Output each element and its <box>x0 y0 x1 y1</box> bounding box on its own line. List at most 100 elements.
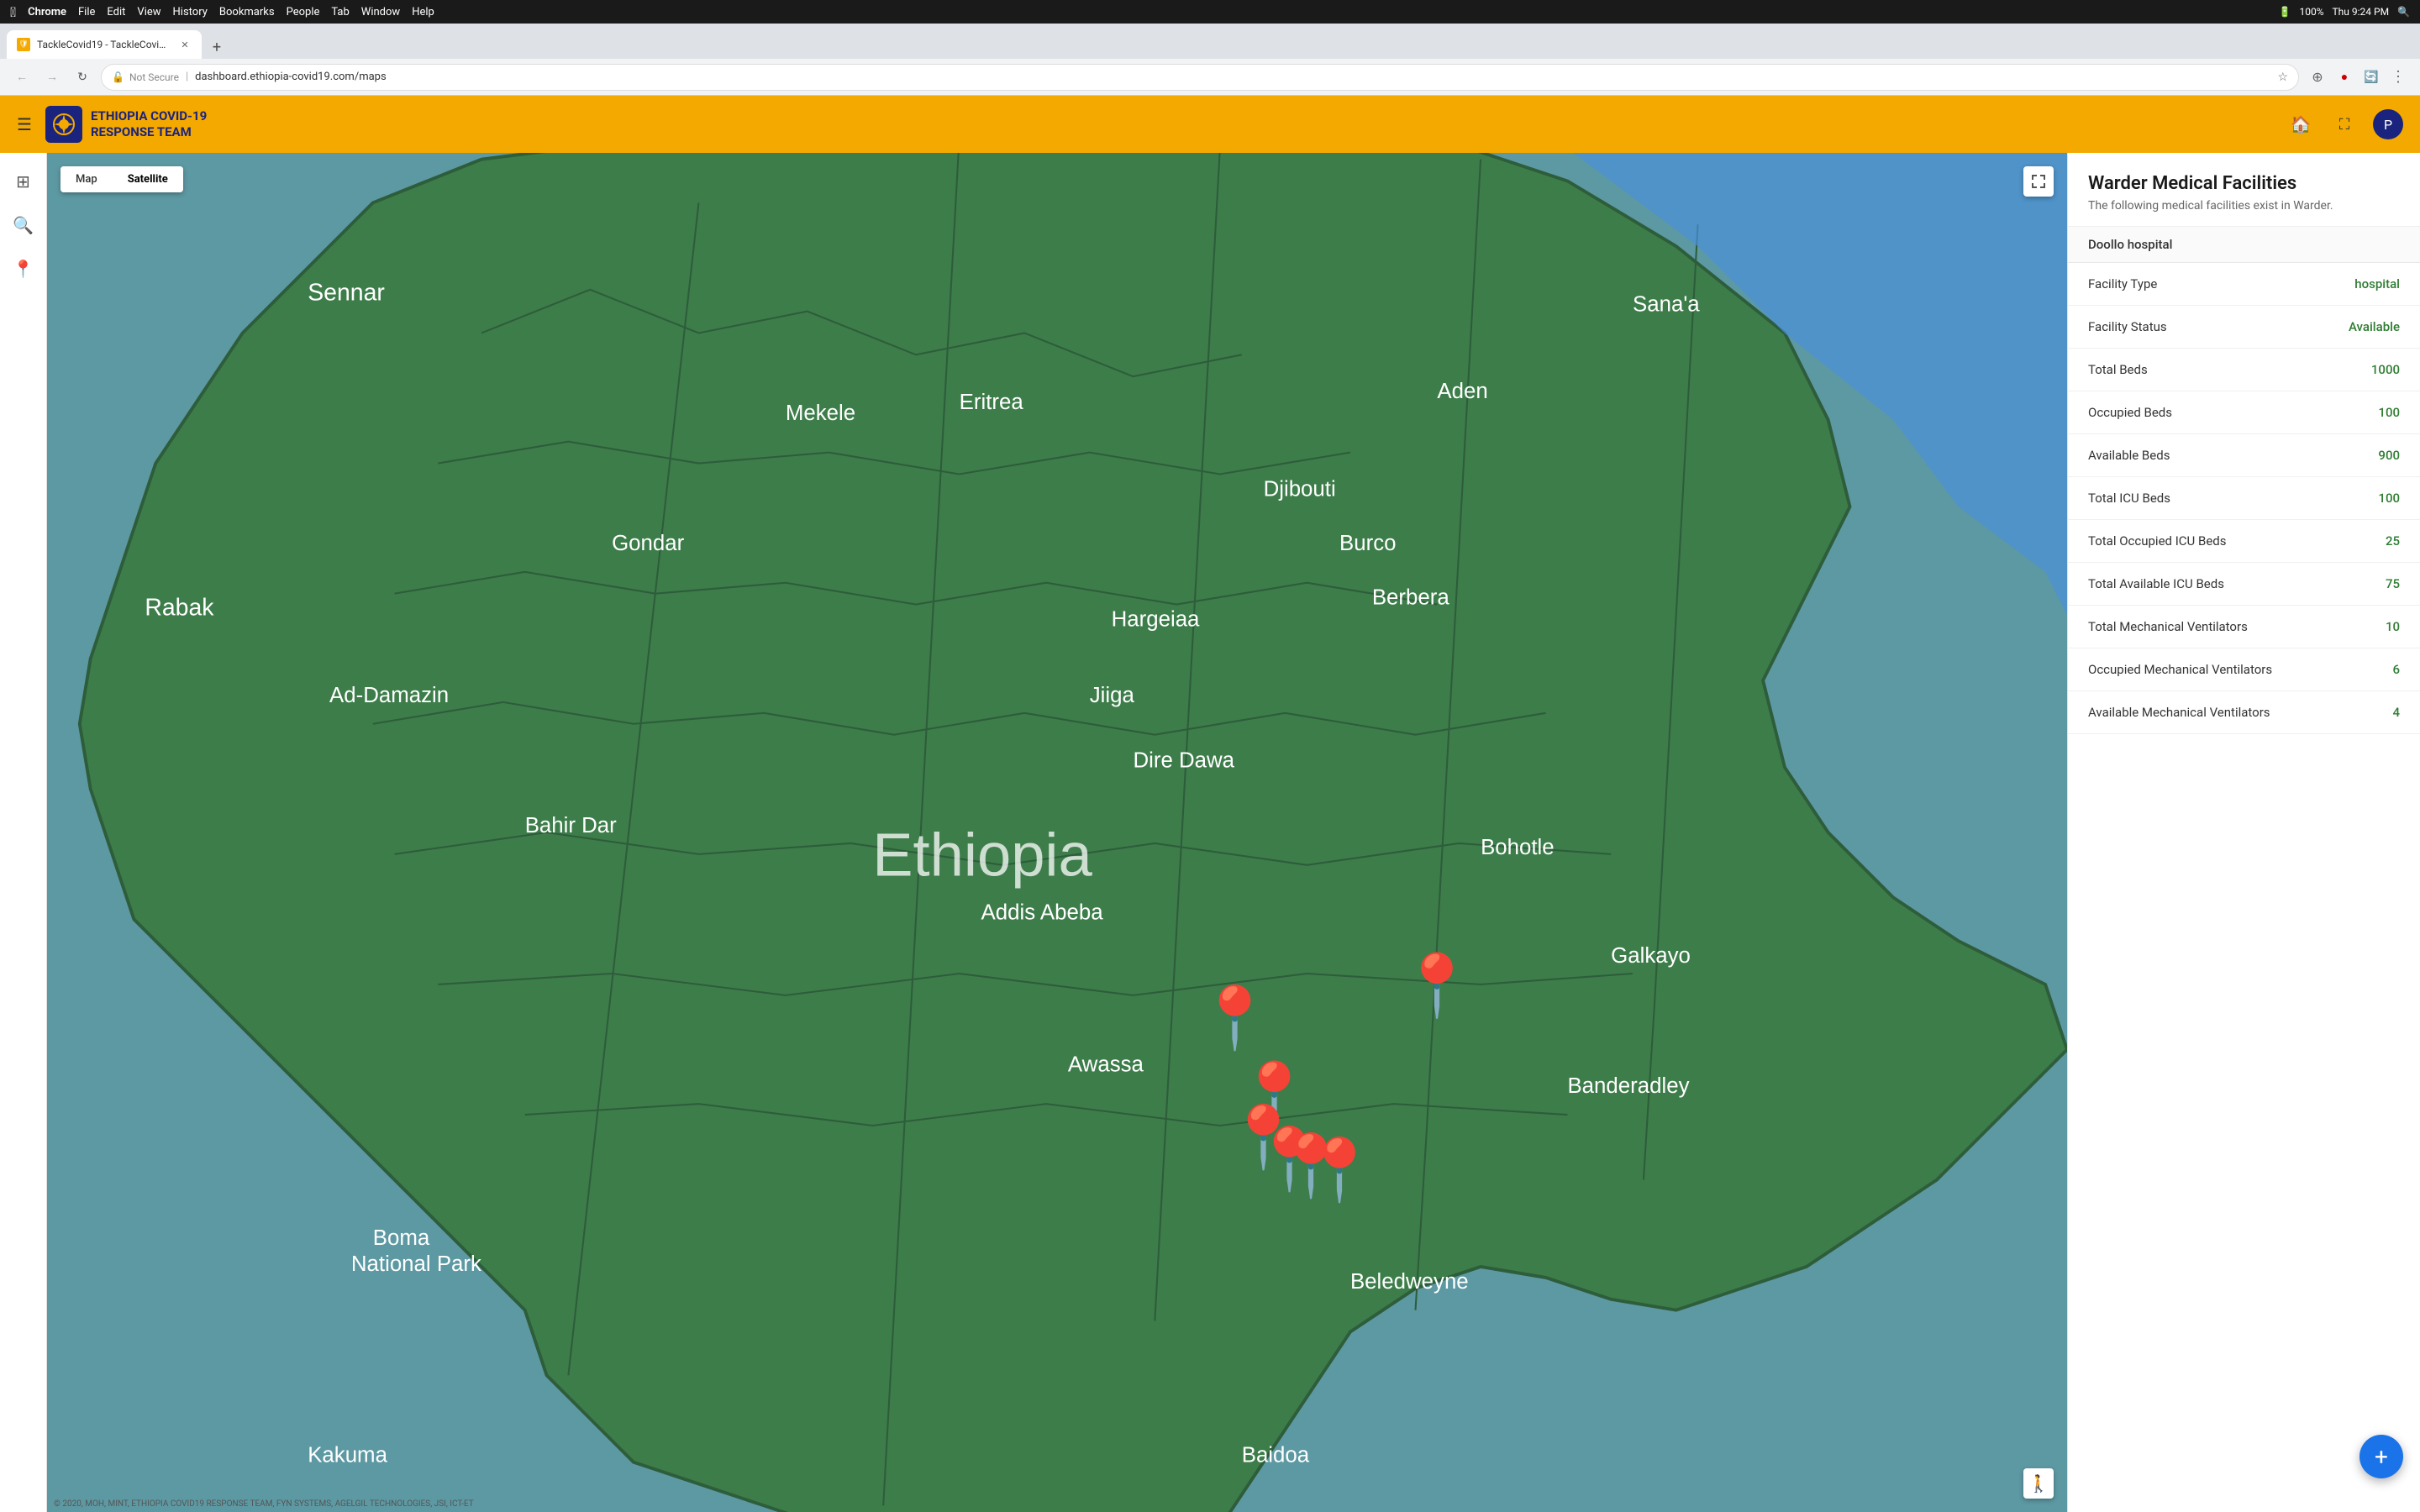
reload-button[interactable]: ↻ <box>71 66 94 89</box>
info-row-label: Available Mechanical Ventilators <box>2088 705 2270 720</box>
app-title-line2: RESPONSE TEAM <box>91 124 207 141</box>
svg-text:Addis Abeba: Addis Abeba <box>981 900 1104 924</box>
hamburger-menu[interactable]: ☰ <box>17 114 32 134</box>
nav-left: ☰ ETHIOPIA COVID-19 <box>17 106 207 143</box>
tab-bar: 🛡 TackleCovid19 - TackleCovid19 ✕ + <box>0 24 2420 59</box>
address-field[interactable]: 🔓 Not Secure | dashboard.ethiopia-covid1… <box>101 64 2299 91</box>
back-button[interactable]: ← <box>10 66 34 89</box>
menu-view[interactable]: View <box>137 6 160 18</box>
battery-percent: 100% <box>2299 6 2323 18</box>
top-navigation: ☰ ETHIOPIA COVID-19 <box>0 96 2420 153</box>
info-row: Available Mechanical Ventilators 4 <box>2068 691 2420 734</box>
panel-title: Warder Medical Facilities <box>2088 173 2400 194</box>
info-row: Available Beds 900 <box>2068 434 2420 477</box>
svg-text:National Park: National Park <box>351 1252 481 1276</box>
extension-button-3[interactable]: 🔄 <box>2360 66 2383 89</box>
svg-text:Kakuma: Kakuma <box>308 1444 387 1467</box>
logo-icon <box>45 106 82 143</box>
search-icon[interactable]: 🔍 <box>2397 6 2410 18</box>
svg-text:Burco: Burco <box>1339 532 1396 555</box>
map-type-satellite[interactable]: Satellite <box>113 166 183 192</box>
tab-favicon: 🛡 <box>17 38 30 51</box>
menu-tab[interactable]: Tab <box>331 6 349 18</box>
info-row-label: Available Beds <box>2088 448 2170 463</box>
map-person-button[interactable]: 🚶 <box>2023 1468 2054 1499</box>
menu-file[interactable]: File <box>78 6 95 18</box>
panel-content: Doollo hospital Facility Type hospital F… <box>2068 227 2420 1512</box>
fullscreen-button[interactable]: ⛶ <box>2329 109 2360 139</box>
svg-text:Jiiga: Jiiga <box>1090 684 1135 707</box>
map-type-control: Map Satellite <box>60 166 183 192</box>
facility-name: Doollo hospital <box>2068 227 2420 263</box>
info-row-value: 10 <box>2386 619 2400 634</box>
profile-button[interactable]: P <box>2373 109 2403 139</box>
new-tab-button[interactable]: + <box>205 35 229 59</box>
extension-button-2[interactable]: ● <box>2333 66 2356 89</box>
info-row: Total ICU Beds 100 <box>2068 477 2420 520</box>
info-row-value: 25 <box>2386 533 2400 549</box>
menu-window[interactable]: Window <box>361 6 400 18</box>
panel-header: Warder Medical Facilities The following … <box>2068 153 2420 227</box>
info-row-value: 100 <box>2378 491 2400 506</box>
info-row: Facility Type hospital <box>2068 263 2420 306</box>
lock-icon: 🔓 <box>112 71 124 83</box>
app-title: ETHIOPIA COVID-19 RESPONSE TEAM <box>91 108 207 141</box>
info-row: Facility Status Available <box>2068 306 2420 349</box>
info-row-label: Facility Status <box>2088 319 2167 334</box>
map-type-map[interactable]: Map <box>60 166 113 192</box>
sidebar-search-icon[interactable]: 🔍 <box>5 207 42 244</box>
info-row-value: 6 <box>2392 662 2400 677</box>
svg-text:Banderadley: Banderadley <box>1567 1074 1689 1098</box>
menu-help[interactable]: Help <box>412 6 434 18</box>
info-rows-container: Facility Type hospital Facility Status A… <box>2068 263 2420 734</box>
map-copyright: © 2020, MOH, MINT, ETHIOPIA COVID19 RESP… <box>54 1499 474 1509</box>
svg-text:Hargeiaa: Hargeiaa <box>1112 607 1200 631</box>
menu-history[interactable]: History <box>173 6 208 18</box>
info-row: Total Available ICU Beds 75 <box>2068 563 2420 606</box>
tab-close-button[interactable]: ✕ <box>178 38 192 51</box>
svg-text:Rabak: Rabak <box>145 595 214 622</box>
info-row-value: 900 <box>2378 448 2400 463</box>
svg-text:Berbera: Berbera <box>1372 586 1450 610</box>
forward-button[interactable]: → <box>40 66 64 89</box>
sidebar-grid-icon[interactable]: ⊞ <box>5 163 42 200</box>
menu-people[interactable]: People <box>287 6 320 18</box>
translate-button[interactable]: 🏠 <box>2286 109 2316 139</box>
svg-text:Eritrea: Eritrea <box>960 391 1024 414</box>
browser-window: 🛡 TackleCovid19 - TackleCovid19 ✕ + ← → … <box>0 24 2420 1512</box>
svg-text:Gondar: Gondar <box>612 532 685 555</box>
svg-text:Mekele: Mekele <box>786 402 855 425</box>
sidebar-location-icon[interactable]: 📍 <box>5 250 42 287</box>
browser-tab-active[interactable]: 🛡 TackleCovid19 - TackleCovid19 ✕ <box>7 30 202 59</box>
info-row-label: Total Beds <box>2088 362 2148 377</box>
map-fullscreen-button[interactable] <box>2023 166 2054 197</box>
app-menu-chrome[interactable]: Chrome <box>28 6 66 18</box>
info-row-label: Total Mechanical Ventilators <box>2088 619 2248 634</box>
svg-text:Galkayo: Galkayo <box>1611 944 1691 968</box>
menu-edit[interactable]: Edit <box>107 6 125 18</box>
apple-menu[interactable]:  <box>10 4 16 20</box>
panel-subtitle: The following medical facilities exist i… <box>2088 199 2400 213</box>
menu-bookmarks[interactable]: Bookmarks <box>219 6 275 18</box>
svg-text:Awassa: Awassa <box>1068 1053 1144 1076</box>
extension-button-1[interactable]: ⊕ <box>2306 66 2329 89</box>
macos-menubar:  Chrome File Edit View History Bookmark… <box>0 0 2420 24</box>
svg-text:Dire Dawa: Dire Dawa <box>1133 748 1234 772</box>
svg-text:📍: 📍 <box>1302 1135 1377 1206</box>
info-row-label: Facility Type <box>2088 276 2157 291</box>
address-bar: ← → ↻ 🔓 Not Secure | dashboard.ethiopia-… <box>0 59 2420 96</box>
info-row: Total Mechanical Ventilators 10 <box>2068 606 2420 648</box>
info-row-value: hospital <box>2354 276 2400 291</box>
tab-title: TackleCovid19 - TackleCovid19 <box>37 39 171 50</box>
svg-text:Aden: Aden <box>1437 380 1487 403</box>
svg-text:📍: 📍 <box>1399 950 1475 1021</box>
chrome-menu-button[interactable]: ⋮ <box>2386 66 2410 89</box>
menu-bar-left:  Chrome File Edit View History Bookmark… <box>10 4 434 20</box>
map-container[interactable]: Ethiopia Sennar Rabak Ad-Damazin Bahir D… <box>47 153 2067 1512</box>
info-row-value: 1000 <box>2371 362 2400 377</box>
map-panel-area: Ethiopia Sennar Rabak Ad-Damazin Bahir D… <box>47 153 2420 1512</box>
star-icon[interactable]: ☆ <box>2277 71 2288 84</box>
battery-icon: 🔋 <box>2279 6 2291 18</box>
fab-add-button[interactable]: + <box>2360 1435 2403 1478</box>
svg-text:Sana'a: Sana'a <box>1633 293 1700 317</box>
